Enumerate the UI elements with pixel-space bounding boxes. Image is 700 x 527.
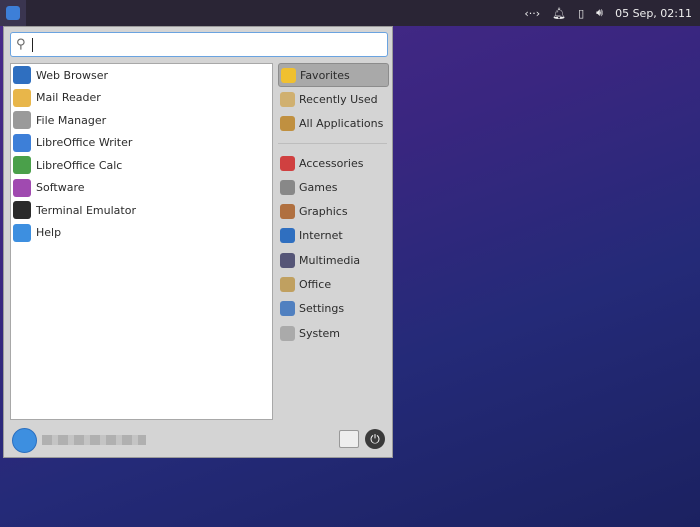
- user-avatar[interactable]: [12, 428, 37, 453]
- power-icon: ⏻: [370, 431, 380, 446]
- app-label: LibreOffice Writer: [36, 136, 133, 150]
- search-icon: ⚲: [16, 37, 26, 52]
- category-icon: [280, 204, 295, 220]
- bell-icon[interactable]: 🔔︎: [552, 7, 566, 20]
- top-panel: ‹··› 🔔︎ ▯ 🔊︎ 05 Sep, 02:11: [0, 0, 700, 26]
- app-label: File Manager: [36, 113, 107, 127]
- category-label: Settings: [299, 302, 345, 316]
- search-input[interactable]: ⚲: [10, 32, 388, 57]
- app-label: LibreOffice Calc: [36, 158, 123, 172]
- app-label: Software: [36, 181, 85, 195]
- battery-icon[interactable]: ▯: [578, 7, 584, 20]
- category-list: Favorites Recently Used All Applications Ac…: [278, 63, 389, 345]
- category-icon: [280, 325, 295, 341]
- category-icon: [280, 179, 295, 195]
- volume-icon[interactable]: 🔊︎: [596, 6, 603, 20]
- settings-manager-button[interactable]: [339, 430, 359, 448]
- app-item[interactable]: Mail Reader: [11, 87, 272, 110]
- category-icon: [281, 67, 296, 83]
- category-system[interactable]: System: [278, 321, 389, 345]
- app-icon: [13, 133, 31, 152]
- app-label: Terminal Emulator: [36, 203, 136, 217]
- app-icon: [13, 111, 31, 130]
- app-icon: [13, 178, 31, 197]
- category-label: All Applications: [299, 117, 384, 131]
- app-item[interactable]: Web Browser: [11, 64, 272, 87]
- username-redacted: [42, 435, 146, 445]
- app-icon: [13, 156, 31, 175]
- category-all-applications[interactable]: All Applications: [278, 112, 389, 136]
- category-graphics[interactable]: Graphics: [278, 199, 389, 223]
- favorites-list: Web Browser Mail Reader File Manager LibreO…: [10, 63, 273, 420]
- whisker-menu-button[interactable]: [0, 0, 26, 26]
- app-item[interactable]: Software: [11, 177, 272, 200]
- text-cursor: [31, 37, 33, 52]
- category-accessories[interactable]: Accessories: [278, 151, 389, 175]
- clock[interactable]: 05 Sep, 02:11: [615, 7, 692, 20]
- app-icon: [13, 66, 31, 85]
- app-item[interactable]: LibreOffice Writer: [11, 132, 272, 155]
- power-button[interactable]: ⏻: [365, 429, 385, 449]
- category-icon: [280, 155, 295, 171]
- category-label: Games: [299, 180, 338, 194]
- app-icon: [13, 88, 31, 107]
- app-item[interactable]: Help: [11, 222, 272, 245]
- category-icon: [280, 301, 295, 317]
- app-item[interactable]: File Manager: [11, 109, 272, 132]
- category-favorites[interactable]: Favorites: [278, 63, 389, 88]
- category-icon: [280, 252, 295, 268]
- application-menu: ⚲ Web Browser Mail Reader File Manager Libr…: [3, 26, 393, 458]
- app-item[interactable]: Terminal Emulator: [11, 199, 272, 222]
- app-label: Mail Reader: [36, 91, 101, 105]
- app-icon: [13, 201, 31, 220]
- category-label: Favorites: [300, 68, 350, 82]
- category-label: Recently Used: [299, 92, 378, 106]
- app-item[interactable]: LibreOffice Calc: [11, 154, 272, 177]
- category-label: Accessories: [299, 156, 364, 170]
- network-icon[interactable]: ‹··›: [524, 7, 540, 20]
- category-label: Multimedia: [299, 253, 361, 267]
- category-label: Office: [299, 278, 332, 292]
- category-internet[interactable]: Internet: [278, 224, 389, 248]
- app-icon: [13, 223, 31, 242]
- category-games[interactable]: Games: [278, 175, 389, 199]
- category-icon: [280, 228, 295, 244]
- category-office[interactable]: Office: [278, 272, 389, 296]
- app-label: Help: [36, 226, 62, 240]
- category-icon: [280, 91, 295, 107]
- category-settings[interactable]: Settings: [278, 297, 389, 321]
- category-recently-used[interactable]: Recently Used: [278, 87, 389, 111]
- category-label: Internet: [299, 229, 343, 243]
- separator: [278, 142, 387, 144]
- app-label: Web Browser: [36, 68, 109, 82]
- category-label: Graphics: [299, 205, 348, 219]
- xfce-logo-icon: [6, 6, 20, 20]
- system-tray: ‹··› 🔔︎ ▯ 🔊︎ 05 Sep, 02:11: [524, 0, 692, 26]
- category-icon: [280, 277, 295, 293]
- category-label: System: [299, 326, 341, 340]
- category-icon: [280, 116, 295, 132]
- category-multimedia[interactable]: Multimedia: [278, 248, 389, 272]
